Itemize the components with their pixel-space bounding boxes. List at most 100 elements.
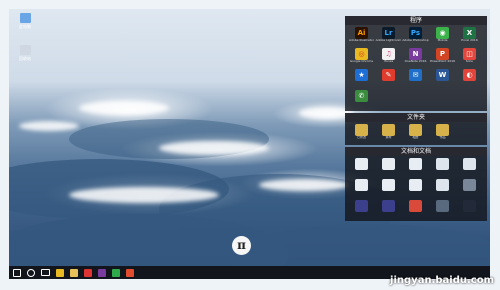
fences-panel: 程序 Ai Adobe Illustrator Lr Adobe Lightroom Ps… (345, 16, 487, 223)
fence-title[interactable]: 文档和文档 (345, 147, 487, 156)
fence-item[interactable]: ◉ Mobile (429, 27, 456, 46)
fence-item[interactable] (348, 179, 375, 198)
fence-item[interactable]: ◫ Sohu (456, 48, 483, 67)
app-icon: ✆ (355, 90, 368, 102)
watermark-text: jingyan.baidu.com (390, 275, 494, 286)
fence-item[interactable] (402, 200, 429, 219)
fence-item-label (402, 170, 429, 177)
folder-icon (436, 124, 449, 136)
fence-item[interactable] (348, 200, 375, 219)
document-icon (463, 179, 476, 191)
app-green-icon[interactable] (112, 268, 120, 277)
fence-item-label: Adobe Lightroom (375, 39, 402, 42)
app-icon: X (463, 27, 476, 39)
fence-item[interactable]: Ps Adobe Photoshop (402, 27, 429, 46)
fence-item[interactable] (348, 158, 375, 177)
fence-item[interactable] (429, 158, 456, 177)
fence-item[interactable]: 已修改 (348, 124, 375, 143)
fence-item[interactable]: Ai Adobe Illustrator (348, 27, 375, 46)
fence-items: Ai Adobe Illustrator Lr Adobe Lightroom Ps Ad… (345, 25, 487, 111)
fence-item-label: Google Chrome (349, 60, 374, 63)
fence-item-label (375, 191, 402, 198)
folder-icon (382, 124, 395, 136)
fence-item-label (402, 81, 429, 88)
chrome-icon[interactable] (56, 268, 64, 277)
explorer-icon[interactable] (70, 268, 78, 277)
app-icon: ◫ (463, 48, 476, 60)
fence-item-label (429, 212, 456, 219)
fence-item[interactable]: 作品 (429, 124, 456, 143)
fence-item[interactable]: ✉ (402, 69, 429, 88)
fence-item[interactable]: ◎ Google Chrome (348, 48, 375, 67)
fence-item-label (375, 212, 402, 219)
fence-item-label (375, 81, 402, 88)
taskview-icon[interactable] (41, 269, 50, 276)
fence-item[interactable]: X Excel 2016 (456, 27, 483, 46)
fence-item-label (456, 191, 483, 198)
fence-title[interactable]: 程序 (345, 16, 487, 25)
fence-item[interactable] (456, 179, 483, 198)
fence-item-label: 作品 (439, 136, 446, 139)
fence-item-label: OneNote 2016 (404, 60, 427, 63)
app-icon: ★ (355, 69, 368, 81)
document-icon (436, 179, 449, 191)
fence-item[interactable]: ♫ iTunes (375, 48, 402, 67)
fence-item[interactable] (456, 200, 483, 219)
fence-item[interactable]: 相册 (402, 124, 429, 143)
fence-item[interactable] (375, 200, 402, 219)
onenote-icon[interactable] (98, 268, 106, 277)
search-icon[interactable] (27, 268, 35, 277)
app-orange-icon[interactable] (126, 268, 134, 277)
fence-item[interactable]: 素材 (375, 124, 402, 143)
start-icon[interactable] (13, 268, 21, 277)
folder-icon (409, 124, 422, 136)
app-icon: Lr (382, 27, 395, 39)
document-icon (409, 179, 422, 191)
fence-item[interactable] (375, 158, 402, 177)
fence-2: 文档和文档 (345, 147, 487, 221)
app-icon: Ai (355, 27, 368, 39)
document-icon (355, 200, 368, 212)
document-icon (409, 158, 422, 170)
fence-item-label (348, 191, 375, 198)
fence-item[interactable]: Lr Adobe Lightroom (375, 27, 402, 46)
fence-item-label (456, 170, 483, 177)
fence-item[interactable]: W (429, 69, 456, 88)
fence-item[interactable] (429, 179, 456, 198)
fence-item-label: Adobe Photoshop (402, 39, 429, 42)
document-icon (436, 158, 449, 170)
fence-1: 文件夹已修改 素材 相册 作品 (345, 113, 487, 145)
fence-item[interactable] (375, 179, 402, 198)
fence-item-label: PowerPoint 2016 (429, 60, 456, 63)
fence-item-label: iTunes (383, 60, 394, 63)
fence-item[interactable]: ◐ (456, 69, 483, 88)
app-icon: Ps (409, 27, 422, 39)
app-icon: ♫ (382, 48, 395, 60)
fence-item[interactable]: P PowerPoint 2016 (429, 48, 456, 67)
app-icon: N (409, 48, 422, 60)
fence-item[interactable]: ★ (348, 69, 375, 88)
desktop-icon-label: 回收站 (19, 56, 31, 61)
fence-item[interactable]: ✆ (348, 90, 375, 109)
fence-item-label (429, 81, 456, 88)
fence-item[interactable] (402, 158, 429, 177)
fence-item-label: 相册 (412, 136, 419, 139)
fence-item-label (348, 102, 375, 109)
desktop-icon-recycle-bin[interactable]: 回收站 (12, 45, 38, 62)
fence-item[interactable] (456, 158, 483, 177)
fence-item-label: 已修改 (356, 136, 366, 139)
pi-button[interactable]: π (232, 236, 251, 255)
fence-items (345, 156, 487, 221)
fence-title[interactable]: 文件夹 (345, 113, 487, 122)
app-icon: P (436, 48, 449, 60)
fence-item-label: Mobile (437, 39, 448, 42)
fence-item[interactable] (402, 179, 429, 198)
desktop-icon-computer[interactable]: 此电脑 (12, 13, 38, 30)
document-icon (463, 200, 476, 212)
app-red-icon[interactable] (84, 268, 92, 277)
app-icon: ◎ (355, 48, 368, 60)
fence-item[interactable]: ✎ (375, 69, 402, 88)
fence-item[interactable]: N OneNote 2016 (402, 48, 429, 67)
fence-item[interactable] (429, 200, 456, 219)
fence-item-label (429, 170, 456, 177)
